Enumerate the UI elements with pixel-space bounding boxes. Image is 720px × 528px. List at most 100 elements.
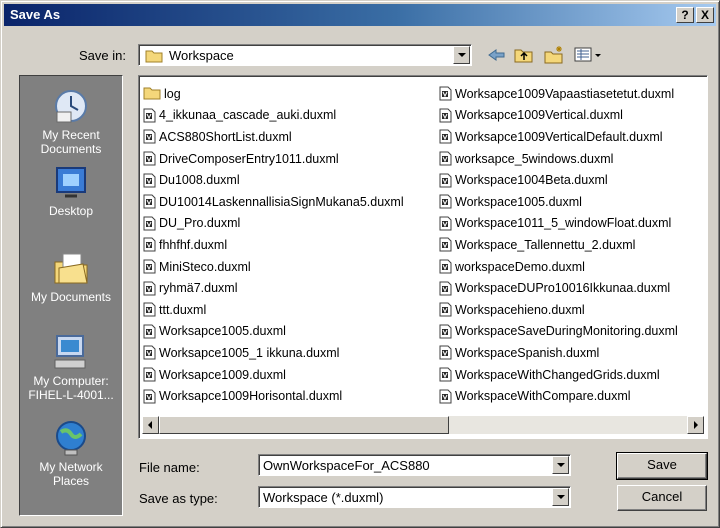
place-network[interactable]: My Network Places [20, 418, 122, 488]
file-name: Worksapce1009VerticalDefault.duxml [455, 129, 663, 144]
cancel-button[interactable]: Cancel [617, 485, 707, 511]
place-desktop[interactable]: Desktop [20, 162, 122, 218]
file-item[interactable]: DU10014LaskennallisiaSignMukana5.duxml [143, 191, 404, 213]
file-item[interactable]: ryhmä7.duxml [143, 277, 404, 299]
duxml-file-icon [143, 302, 156, 317]
file-name: WorkspaceDUPro10016Ikkunaa.duxml [455, 281, 671, 296]
place-recent-documents[interactable]: My Recent Documents [20, 86, 122, 156]
title-bar[interactable]: Save As ? X [4, 4, 716, 26]
place-label: My Computer: FIHEL-L-4001... [28, 374, 114, 402]
chevron-down-icon[interactable] [453, 46, 470, 64]
save-in-dropdown[interactable]: Workspace [138, 44, 472, 66]
duxml-file-icon [439, 367, 452, 382]
file-item[interactable]: Workspace_Tallennettu_2.duxml [439, 234, 678, 256]
file-item[interactable]: Worksapce1009Vapaastiasetetut.duxml [439, 83, 678, 105]
file-item[interactable]: WorkspaceSpanish.duxml [439, 342, 678, 364]
scroll-left-icon[interactable] [142, 416, 159, 434]
file-item[interactable]: DriveComposerEntry1011.duxml [143, 148, 404, 170]
duxml-file-icon [439, 129, 452, 144]
file-name: MiniSteco.duxml [159, 259, 251, 274]
file-name: WorkspaceSaveDuringMonitoring.duxml [455, 324, 678, 339]
file-item[interactable]: WorkspaceWithCompare.duxml [439, 385, 678, 407]
help-button[interactable]: ? [676, 7, 694, 23]
file-item[interactable]: Worksapce1005.duxml [143, 321, 404, 343]
file-item[interactable]: Workspacehieno.duxml [439, 299, 678, 321]
file-item[interactable]: worksapce_5windows.duxml [439, 148, 678, 170]
place-my-computer[interactable]: My Computer: FIHEL-L-4001... [20, 332, 122, 402]
file-item[interactable]: WorkspaceDUPro10016Ikkunaa.duxml [439, 277, 678, 299]
file-item[interactable]: 4_ikkunaa_cascade_auki.duxml [143, 105, 404, 127]
up-folder-icon[interactable] [513, 45, 535, 65]
close-button[interactable]: X [696, 7, 714, 23]
save-in-label: Save in: [79, 48, 126, 63]
file-item[interactable]: ACS880ShortList.duxml [143, 126, 404, 148]
file-item[interactable]: fhhfhf.duxml [143, 234, 404, 256]
file-item[interactable]: Worksapce1009.duxml [143, 364, 404, 386]
file-name: worksapce_5windows.duxml [455, 151, 614, 166]
file-name: Workspacehieno.duxml [455, 302, 585, 317]
duxml-file-icon [439, 302, 452, 317]
chevron-down-icon[interactable] [552, 488, 569, 506]
duxml-file-icon [439, 281, 452, 296]
file-item[interactable]: WorkspaceSaveDuringMonitoring.duxml [439, 321, 678, 343]
file-item[interactable]: Worksapce1009Vertical.duxml [439, 105, 678, 127]
place-my-documents[interactable]: My Documents [20, 248, 122, 304]
duxml-file-icon [143, 173, 156, 188]
file-name: ACS880ShortList.duxml [159, 129, 292, 144]
file-item[interactable]: Workspace1004Beta.duxml [439, 169, 678, 191]
file-item[interactable]: workspaceDemo.duxml [439, 256, 678, 278]
file-name: workspaceDemo.duxml [455, 259, 585, 274]
place-label: My Recent Documents [40, 128, 102, 156]
file-name: DU_Pro.duxml [159, 216, 241, 231]
places-bar: My Recent Documents Desktop My Documents… [19, 75, 123, 516]
duxml-file-icon [143, 151, 156, 166]
duxml-file-icon [439, 151, 452, 166]
my-computer-icon [51, 332, 91, 372]
duxml-file-icon [439, 108, 452, 123]
duxml-file-icon [143, 237, 156, 252]
file-item[interactable]: ttt.duxml [143, 299, 404, 321]
duxml-file-icon [439, 324, 452, 339]
file-column-1: log 4_ikkunaa_cascade_auki.duxml ACS880Sho… [143, 83, 404, 407]
file-name: Worksapce1005_1 ikkuna.duxml [159, 345, 340, 360]
file-name: WorkspaceSpanish.duxml [455, 345, 600, 360]
my-documents-icon [51, 248, 91, 288]
save-as-type-dropdown[interactable]: Workspace (*.duxml) [258, 486, 571, 508]
desktop-icon [51, 162, 91, 202]
duxml-file-icon [143, 345, 156, 360]
file-list[interactable]: log 4_ikkunaa_cascade_auki.duxml ACS880Sho… [138, 75, 708, 439]
duxml-file-icon [439, 194, 452, 209]
file-item[interactable]: Du1008.duxml [143, 169, 404, 191]
file-item[interactable]: Worksapce1009Horisontal.duxml [143, 385, 404, 407]
file-name: Workspace1005.duxml [455, 194, 582, 209]
view-menu-icon[interactable] [573, 45, 607, 65]
scroll-right-icon[interactable] [687, 416, 704, 434]
save-as-type-value: Workspace (*.duxml) [263, 490, 384, 505]
folder-item[interactable]: log [143, 83, 404, 105]
file-name-value[interactable]: OwnWorkspaceFor_ACS880 [263, 458, 430, 473]
file-item[interactable]: Workspace1005.duxml [439, 191, 678, 213]
file-item[interactable]: Worksapce1009VerticalDefault.duxml [439, 126, 678, 148]
file-item[interactable]: MiniSteco.duxml [143, 256, 404, 278]
file-item[interactable]: WorkspaceWithChangedGrids.duxml [439, 364, 678, 386]
chevron-down-icon[interactable] [552, 456, 569, 474]
scroll-thumb[interactable] [159, 416, 449, 434]
duxml-file-icon [143, 259, 156, 274]
horizontal-scrollbar[interactable] [142, 416, 704, 434]
file-item[interactable]: DU_Pro.duxml [143, 213, 404, 235]
file-item[interactable]: Worksapce1005_1 ikkuna.duxml [143, 342, 404, 364]
file-name: ryhmä7.duxml [159, 281, 238, 296]
duxml-file-icon [439, 389, 452, 404]
file-name: ttt.duxml [159, 302, 207, 317]
save-button[interactable]: Save [616, 452, 708, 480]
new-folder-icon[interactable] [543, 45, 565, 65]
file-item[interactable]: Workspace1011_5_windowFloat.duxml [439, 213, 678, 235]
file-name-label: File name: [139, 460, 200, 475]
file-name-input[interactable]: OwnWorkspaceFor_ACS880 [258, 454, 571, 476]
duxml-file-icon [439, 216, 452, 231]
file-name: WorkspaceWithCompare.duxml [455, 389, 631, 404]
file-name: Workspace_Tallennettu_2.duxml [455, 237, 636, 252]
back-icon[interactable] [485, 45, 507, 65]
duxml-file-icon [439, 173, 452, 188]
duxml-file-icon [143, 129, 156, 144]
